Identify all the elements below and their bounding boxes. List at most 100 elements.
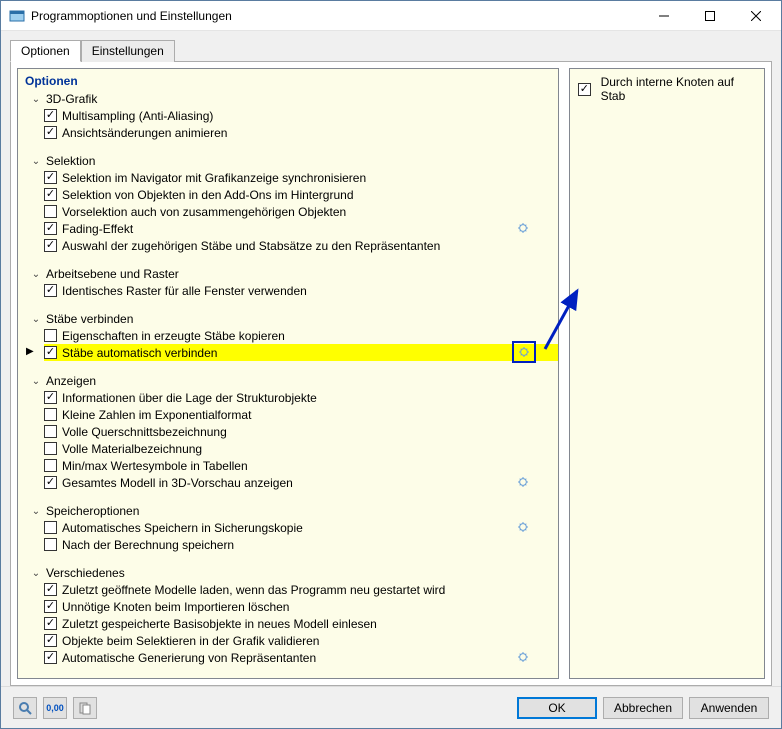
option-checkbox[interactable]: [44, 408, 57, 421]
option-checkbox[interactable]: [44, 459, 57, 472]
dialog-footer: 0,00 OK Abbrechen Anwenden: [1, 686, 781, 728]
option-checkbox[interactable]: [44, 634, 57, 647]
option-item[interactable]: Multisampling (Anti-Aliasing): [44, 107, 558, 124]
option-checkbox[interactable]: [44, 346, 57, 359]
group-title: 3D-Grafik: [46, 92, 97, 106]
option-checkbox[interactable]: [44, 583, 57, 596]
detail-label: Durch interne Knoten auf Stab: [601, 75, 756, 103]
group-header[interactable]: ⌄Speicheroptionen: [22, 503, 558, 519]
window-title: Programmoptionen und Einstellungen: [31, 9, 641, 23]
option-label: Eigenschaften in erzeugte Stäbe kopieren: [62, 329, 285, 343]
gear-icon[interactable]: [514, 474, 532, 490]
option-item[interactable]: Vorselektion auch von zusammengehörigen …: [44, 203, 558, 220]
option-label: Selektion von Objekten in den Add-Ons im…: [62, 188, 354, 202]
cancel-button[interactable]: Abbrechen: [603, 697, 683, 719]
titlebar: Programmoptionen und Einstellungen: [1, 1, 781, 31]
detail-checkbox[interactable]: [578, 83, 591, 96]
option-item[interactable]: Ansichtsänderungen animieren: [44, 124, 558, 141]
option-checkbox[interactable]: [44, 425, 57, 438]
units-button[interactable]: 0,00: [43, 697, 67, 719]
group-header[interactable]: ⌄ Stäbe verbinden: [22, 311, 558, 327]
chevron-down-icon: ⌄: [30, 314, 42, 325]
option-checkbox[interactable]: [44, 109, 57, 122]
close-button[interactable]: [733, 2, 779, 30]
option-item[interactable]: Eigenschaften in erzeugte Stäbe kopieren: [44, 327, 558, 344]
option-item[interactable]: Informationen über die Lage der Struktur…: [44, 389, 558, 406]
option-item[interactable]: Zuletzt geöffnete Modelle laden, wenn da…: [44, 581, 558, 598]
group-title: Stäbe verbinden: [46, 312, 133, 326]
gear-icon[interactable]: [514, 220, 532, 236]
group-header[interactable]: ⌄3D-Grafik: [22, 91, 558, 107]
option-checkbox[interactable]: [44, 391, 57, 404]
option-checkbox[interactable]: [44, 126, 57, 139]
option-label: Zuletzt gespeicherte Basisobjekte in neu…: [62, 617, 377, 631]
option-checkbox[interactable]: [44, 600, 57, 613]
help-button[interactable]: [13, 697, 37, 719]
maximize-button[interactable]: [687, 2, 733, 30]
option-checkbox[interactable]: [44, 538, 57, 551]
option-label: Gesamtes Modell in 3D-Vorschau anzeigen: [62, 476, 293, 490]
ok-button[interactable]: OK: [517, 697, 597, 719]
chevron-down-icon: ⌄: [30, 506, 42, 517]
option-label: Min/max Wertesymbole in Tabellen: [62, 459, 248, 473]
group-header[interactable]: ⌄Selektion: [22, 153, 558, 169]
option-label: Stäbe automatisch verbinden: [62, 346, 217, 360]
option-checkbox[interactable]: [44, 442, 57, 455]
option-item[interactable]: Auswahl der zugehörigen Stäbe und Stabsä…: [44, 237, 558, 254]
option-label: Fading-Effekt: [62, 222, 133, 236]
option-checkbox[interactable]: [44, 476, 57, 489]
registry-button[interactable]: [73, 697, 97, 719]
detail-item[interactable]: Durch interne Knoten auf Stab: [578, 75, 756, 103]
option-checkbox[interactable]: [44, 521, 57, 534]
gear-icon[interactable]: [512, 341, 536, 363]
option-checkbox[interactable]: [44, 188, 57, 201]
option-checkbox[interactable]: [44, 617, 57, 630]
option-label: Automatisches Speichern in Sicherungskop…: [62, 521, 303, 535]
option-item[interactable]: Gesamtes Modell in 3D-Vorschau anzeigen: [44, 474, 558, 491]
option-item[interactable]: Zuletzt gespeicherte Basisobjekte in neu…: [44, 615, 558, 632]
option-label: Selektion im Navigator mit Grafikanzeige…: [62, 171, 366, 185]
tab-optionen[interactable]: Optionen: [10, 40, 81, 62]
option-item[interactable]: Automatisches Speichern in Sicherungskop…: [44, 519, 558, 536]
group-header[interactable]: ⌄Arbeitsebene und Raster: [22, 266, 558, 282]
option-item[interactable]: Nach der Berechnung speichern: [44, 536, 558, 553]
group-header[interactable]: ⌄Anzeigen: [22, 373, 558, 389]
options-tree[interactable]: ⌄3D-GrafikMultisampling (Anti-Aliasing)A…: [18, 91, 558, 678]
option-item[interactable]: Volle Materialbezeichnung: [44, 440, 558, 457]
minimize-button[interactable]: [641, 2, 687, 30]
option-item[interactable]: Identisches Raster für alle Fenster verw…: [44, 282, 558, 299]
group-title: Verschiedenes: [46, 566, 125, 580]
option-item[interactable]: Kleine Zahlen im Exponentialformat: [44, 406, 558, 423]
tab-einstellungen[interactable]: Einstellungen: [81, 40, 175, 62]
apply-button[interactable]: Anwenden: [689, 697, 769, 719]
option-label: Volle Querschnittsbezeichnung: [62, 425, 227, 439]
option-label: Vorselektion auch von zusammengehörigen …: [62, 205, 346, 219]
option-item[interactable]: Unnötige Knoten beim Importieren löschen: [44, 598, 558, 615]
option-label: Zuletzt geöffnete Modelle laden, wenn da…: [62, 583, 445, 597]
option-checkbox[interactable]: [44, 171, 57, 184]
option-label: Unnötige Knoten beim Importieren löschen: [62, 600, 289, 614]
option-label: Informationen über die Lage der Struktur…: [62, 391, 317, 405]
chevron-down-icon: ⌄: [30, 156, 42, 167]
option-item[interactable]: Min/max Wertesymbole in Tabellen: [44, 457, 558, 474]
option-item[interactable]: Selektion im Navigator mit Grafikanzeige…: [44, 169, 558, 186]
option-checkbox[interactable]: [44, 329, 57, 342]
option-checkbox[interactable]: [44, 205, 57, 218]
option-item[interactable]: Objekte beim Selektieren in der Grafik v…: [44, 632, 558, 649]
gear-icon[interactable]: [514, 519, 532, 535]
tabstrip: Optionen Einstellungen: [10, 39, 772, 61]
app-icon: [9, 8, 25, 24]
option-checkbox[interactable]: [44, 222, 57, 235]
group-header[interactable]: ⌄Verschiedenes: [22, 565, 558, 581]
option-checkbox[interactable]: [44, 239, 57, 252]
gear-icon[interactable]: [514, 649, 532, 665]
option-item[interactable]: Selektion von Objekten in den Add-Ons im…: [44, 186, 558, 203]
option-checkbox[interactable]: [44, 651, 57, 664]
group-title: Arbeitsebene und Raster: [46, 267, 179, 281]
option-item[interactable]: Fading-Effekt: [44, 220, 558, 237]
option-checkbox[interactable]: [44, 284, 57, 297]
option-item[interactable]: Volle Querschnittsbezeichnung: [44, 423, 558, 440]
option-item[interactable]: ▶Stäbe automatisch verbinden: [44, 344, 558, 361]
option-item[interactable]: Automatische Generierung von Repräsentan…: [44, 649, 558, 666]
option-label: Volle Materialbezeichnung: [62, 442, 202, 456]
